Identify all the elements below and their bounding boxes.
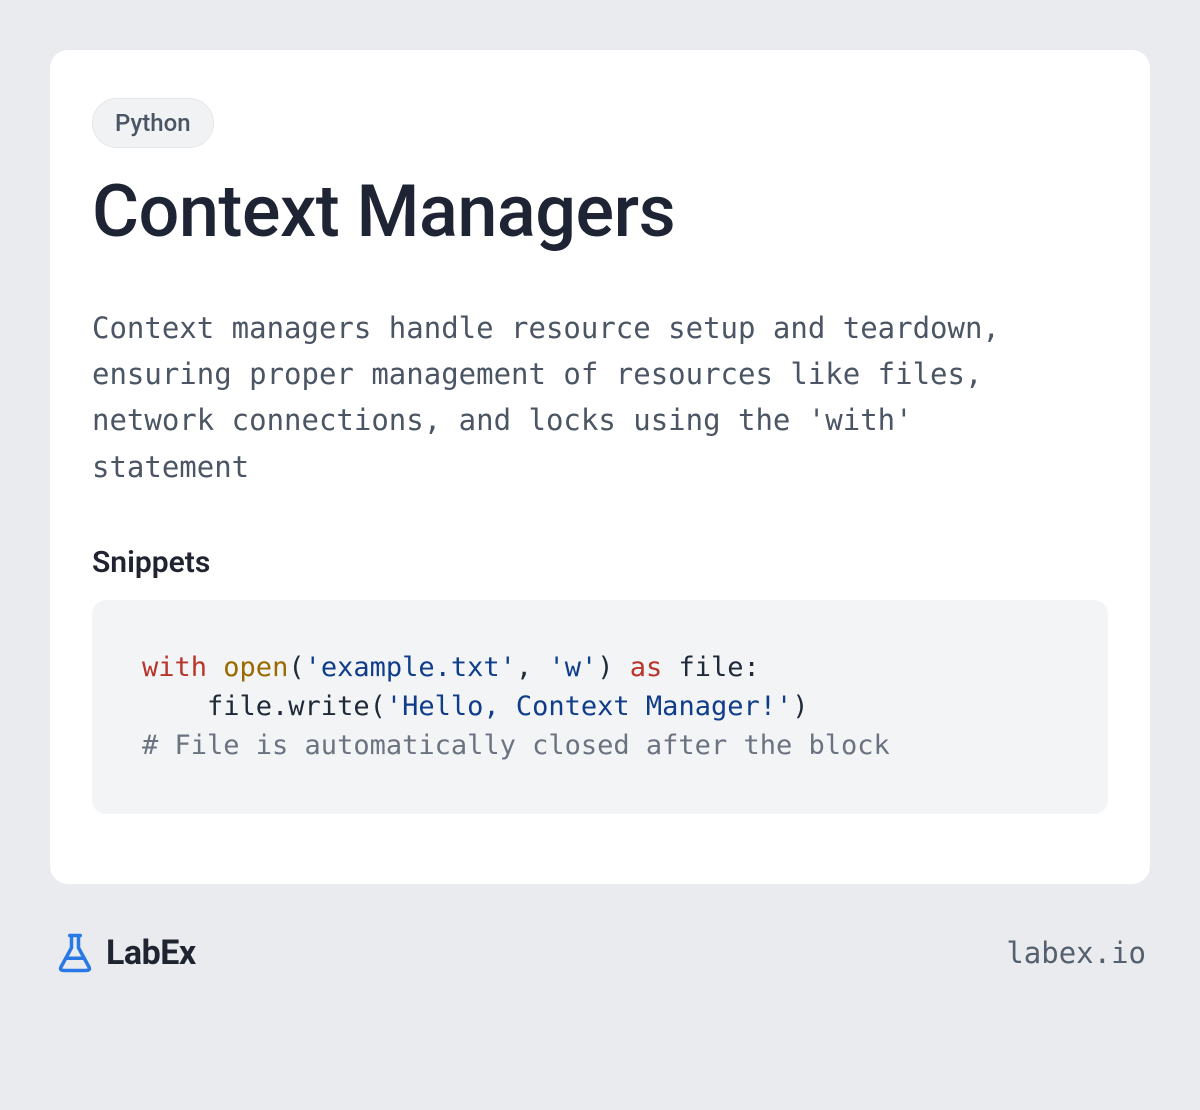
code-snippet: with open('example.txt', 'w') as file: f…: [92, 600, 1108, 813]
description-text: Context managers handle resource setup a…: [92, 305, 1052, 491]
brand: LabEx: [54, 932, 196, 974]
brand-name: LabEx: [106, 933, 196, 973]
footer: LabEx labex.io: [50, 932, 1150, 974]
language-tag: Python: [92, 98, 214, 148]
flask-icon: [54, 932, 96, 974]
site-url: labex.io: [1006, 936, 1146, 970]
snippets-heading: Snippets: [92, 545, 1108, 580]
content-card: Python Context Managers Context managers…: [50, 50, 1150, 884]
page-title: Context Managers: [92, 174, 1108, 250]
